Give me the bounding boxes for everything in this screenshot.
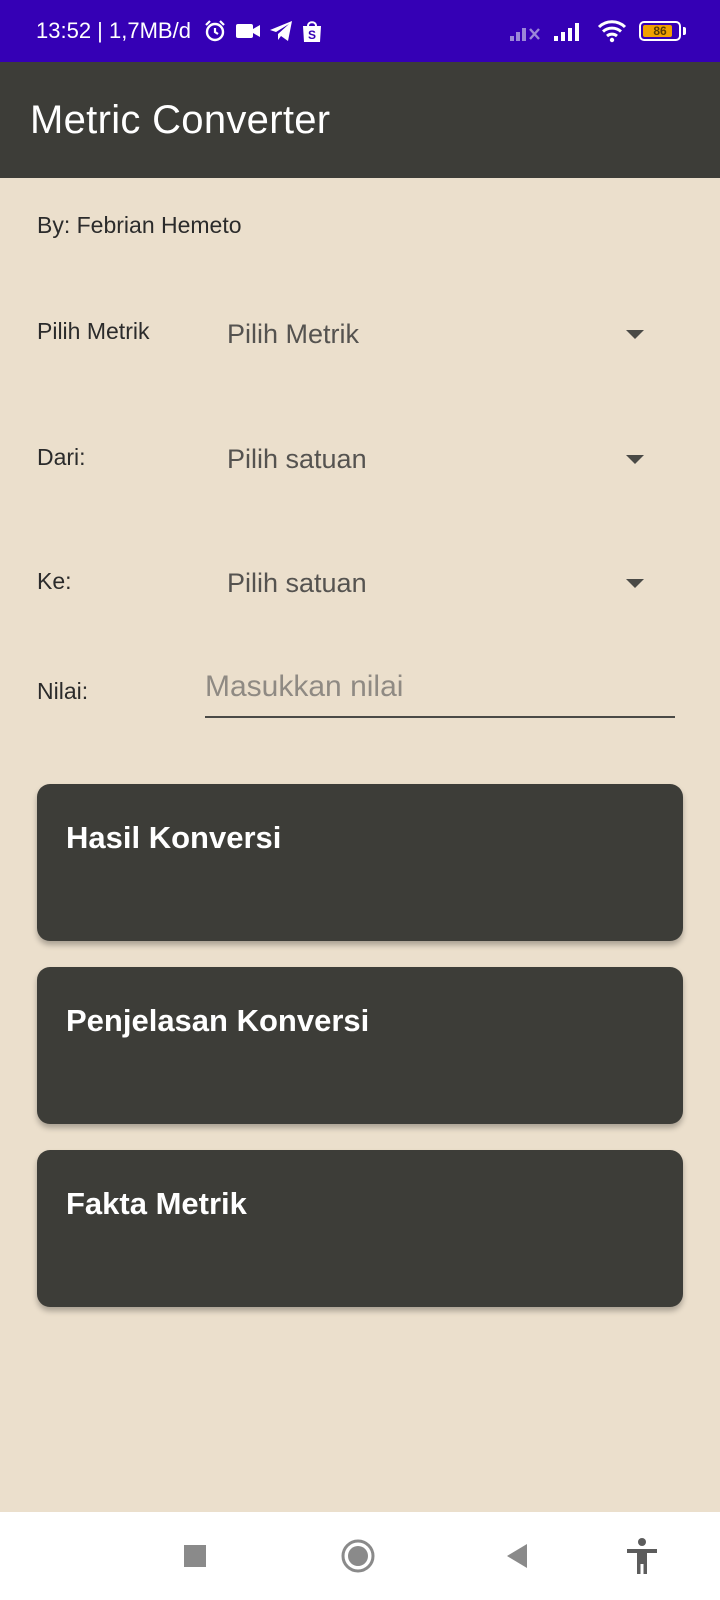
no-signal-icon — [510, 28, 540, 41]
chevron-down-icon — [626, 578, 644, 588]
metric-spinner[interactable]: Pilih Metrik — [210, 302, 670, 366]
svg-text:S: S — [308, 28, 316, 42]
battery-level: 86 — [653, 24, 667, 38]
to-unit-spinner[interactable]: Pilih satuan — [210, 551, 670, 615]
author-label: By: Febrian Hemeto — [37, 212, 242, 238]
back-icon — [507, 1544, 527, 1568]
value-label: Nilai: — [37, 678, 89, 704]
status-bar: 13:52 | 1,7MB/d S 86 — [0, 0, 720, 62]
home-button[interactable] — [318, 1512, 398, 1600]
metric-spinner-value: Pilih Metrik — [227, 318, 360, 349]
alarm-icon — [205, 20, 225, 42]
explanation-card: Penjelasan Konversi — [37, 967, 683, 1124]
recents-button[interactable] — [155, 1512, 235, 1600]
explanation-card-title: Penjelasan Konversi — [66, 1003, 370, 1038]
from-unit-spinner[interactable]: Pilih satuan — [210, 427, 670, 491]
facts-card-title: Fakta Metrik — [66, 1186, 247, 1221]
value-input-wrap — [205, 658, 675, 718]
battery-tip — [683, 27, 686, 35]
value-input[interactable] — [205, 658, 675, 716]
wifi-icon — [597, 20, 627, 43]
chevron-down-icon — [626, 329, 644, 339]
result-card-title: Hasil Konversi — [66, 820, 282, 855]
notification-icons: S — [203, 19, 323, 43]
from-label: Dari: — [37, 444, 86, 470]
from-unit-value: Pilih satuan — [227, 443, 367, 474]
recents-icon — [184, 1545, 206, 1567]
accessibility-button[interactable] — [602, 1512, 682, 1600]
signal-icon — [554, 23, 579, 41]
accessibility-icon — [627, 1538, 657, 1574]
status-left: 13:52 | 1,7MB/d S — [36, 18, 323, 44]
navigation-bar — [0, 1512, 720, 1600]
main-content: By: Febrian Hemeto Pilih Metrik Pilih Me… — [0, 178, 720, 1512]
shopee-icon: S — [302, 21, 321, 42]
facts-card: Fakta Metrik — [37, 1150, 683, 1307]
result-card: Hasil Konversi — [37, 784, 683, 941]
app-title: Metric Converter — [30, 97, 331, 142]
status-time: 13:52 | 1,7MB/d — [36, 18, 191, 43]
back-button[interactable] — [477, 1512, 557, 1600]
to-unit-value: Pilih satuan — [227, 567, 367, 598]
metric-label: Pilih Metrik — [37, 318, 150, 344]
video-icon — [235, 24, 260, 38]
to-label: Ke: — [37, 568, 72, 594]
battery-icon: 86 — [639, 21, 681, 41]
telegram-icon — [269, 21, 292, 41]
home-icon — [341, 1539, 375, 1573]
app-bar: Metric Converter — [0, 62, 720, 178]
chevron-down-icon — [626, 454, 644, 464]
status-right: 86 — [509, 19, 686, 43]
